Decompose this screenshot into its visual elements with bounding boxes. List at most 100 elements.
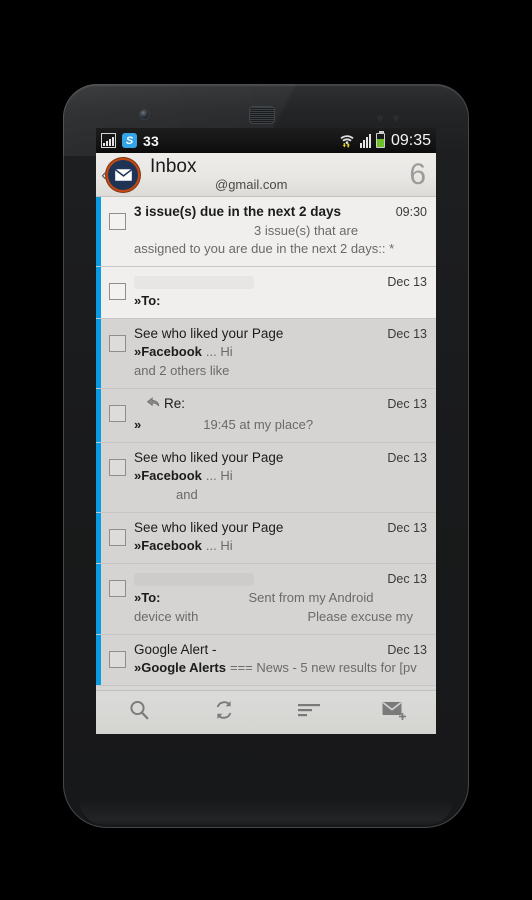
message-select-cell[interactable]	[101, 635, 134, 685]
redacted-subject-area	[134, 276, 254, 289]
message-subject-text: Re:	[164, 395, 186, 411]
redacted-subject-area	[134, 573, 254, 586]
phone-device-frame: S 33 09:35 ‹ Inbox @gmail.com 6 3 issue(…	[63, 84, 469, 828]
message-snippet-continuation: assigned to you are due in the next 2 da…	[134, 241, 395, 257]
message-body: Google Alert - Dec 13 »Google Alerts === Ne…	[134, 635, 436, 685]
chassis-bottom-sheen	[79, 799, 453, 825]
sort-icon	[297, 701, 321, 724]
refresh-icon	[213, 699, 235, 726]
message-select-cell[interactable]	[101, 267, 134, 317]
message-list[interactable]: 3 issue(s) due in the next 2 days 09:30 3 …	[96, 197, 436, 690]
message-date: 09:30	[395, 205, 427, 219]
message-checkbox[interactable]	[109, 213, 126, 230]
message-sender-line: »To: Sent from my Android	[134, 589, 427, 608]
status-bar-right-group: 09:35	[339, 131, 431, 150]
message-snippet-continuation: and 2 others like	[134, 363, 230, 379]
message-checkbox[interactable]	[109, 458, 126, 476]
message-row[interactable]: Dec 13 »To: Sent from my Android device wit…	[96, 564, 436, 635]
message-header-line: Re: Dec 13	[134, 394, 427, 416]
wifi-with-transfer-arrows-icon	[339, 133, 355, 148]
message-snippet: ... Hi	[205, 538, 233, 554]
message-row[interactable]: See who liked your Page Dec 13 »Facebook..…	[96, 318, 436, 389]
message-body: See who liked your Page Dec 13 »Facebook..…	[134, 443, 436, 512]
status-bar-left-group: S 33	[101, 133, 339, 149]
compose-button[interactable]	[351, 691, 436, 734]
message-sender: »Facebook	[134, 468, 202, 484]
status-notification-count: 33	[143, 132, 159, 149]
search-icon	[128, 699, 150, 726]
message-row[interactable]: 3 issue(s) due in the next 2 days 09:30 3 …	[96, 197, 436, 268]
message-row[interactable]: Google Alert - Dec 13 »Google Alerts === Ne…	[96, 634, 436, 686]
message-sender: »Google Alerts	[134, 660, 226, 676]
message-body: 3 issue(s) due in the next 2 days 09:30 3 …	[134, 197, 436, 266]
message-sender: »To:	[134, 292, 161, 308]
message-subject-text: See who liked your Page	[134, 519, 284, 535]
message-snippet: ... Hi	[205, 344, 233, 360]
message-header-line: See who liked your Page Dec 13	[134, 448, 427, 468]
message-snippet-line-2: device with Please excuse my	[134, 608, 427, 627]
message-body: See who liked your Page Dec 13 »Facebook..…	[134, 319, 436, 388]
message-checkbox[interactable]	[109, 528, 126, 546]
message-select-cell[interactable]	[101, 197, 134, 266]
sort-button[interactable]	[266, 691, 351, 734]
message-sender-line: »Facebook... Hi	[134, 537, 427, 556]
message-header-line: See who liked your Page Dec 13	[134, 324, 427, 344]
status-bar[interactable]: S 33 09:35	[96, 128, 436, 153]
message-select-cell[interactable]	[101, 319, 134, 388]
message-checkbox[interactable]	[109, 404, 126, 422]
message-snippet-line-2: and	[134, 486, 427, 505]
message-body: Re: Dec 13 » 19:45 at my place?	[134, 389, 436, 442]
refresh-button[interactable]	[181, 691, 266, 734]
front-camera-icon	[140, 110, 149, 119]
message-row[interactable]: See who liked your Page Dec 13 »Facebook..…	[96, 442, 436, 513]
status-clock: 09:35	[390, 131, 431, 149]
message-subject: See who liked your Page	[134, 448, 381, 468]
message-header-line: 3 issue(s) due in the next 2 days 09:30	[134, 202, 427, 222]
unread-count-badge: 6	[409, 157, 426, 191]
message-select-cell[interactable]	[101, 513, 134, 563]
message-checkbox[interactable]	[109, 580, 126, 598]
message-subject: 3 issue(s) due in the next 2 days	[134, 202, 390, 222]
message-header-line: Dec 13	[134, 569, 427, 589]
header-title-group: Inbox @gmail.com	[150, 153, 409, 197]
envelope-avatar-icon[interactable]	[108, 159, 138, 190]
search-button[interactable]	[96, 691, 181, 734]
message-subject-text: See who liked your Page	[134, 325, 284, 341]
message-select-cell[interactable]	[101, 443, 134, 512]
message-checkbox[interactable]	[109, 283, 126, 301]
message-subject: See who liked your Page	[134, 518, 381, 538]
message-sender-line: »Google Alerts === News - 5 new results f…	[134, 659, 427, 678]
message-select-cell[interactable]	[101, 389, 134, 442]
proximity-sensor-icon	[377, 115, 383, 121]
message-date: Dec 13	[387, 326, 427, 341]
speaker-grille-icon	[249, 106, 275, 124]
light-sensor-icon	[393, 115, 399, 121]
message-date: Dec 13	[387, 572, 427, 587]
message-sender-line: »To:	[134, 292, 427, 311]
message-date: Dec 13	[387, 642, 427, 657]
message-date: Dec 13	[387, 396, 427, 411]
message-snippet-continuation-right: Please excuse my	[307, 608, 414, 624]
message-row[interactable]: Re: Dec 13 » 19:45 at my place?	[96, 388, 436, 443]
message-row[interactable]: Dec 13 »To:	[96, 267, 436, 319]
app-header: ‹ Inbox @gmail.com 6	[96, 153, 436, 197]
message-date: Dec 13	[387, 450, 427, 465]
message-snippet-line-2: assigned to you are due in the next 2 da…	[134, 240, 427, 259]
message-row[interactable]: See who liked your Page Dec 13 »Facebook..…	[96, 512, 436, 565]
message-body: See who liked your Page Dec 13 »Facebook..…	[134, 513, 436, 563]
message-sender: »Facebook	[134, 344, 202, 360]
message-date: Dec 13	[387, 520, 427, 535]
message-sender-line: 3 issue(s) that are	[134, 222, 427, 241]
message-body: Dec 13 »To:	[134, 267, 436, 317]
message-checkbox[interactable]	[109, 334, 126, 352]
compose-icon	[381, 699, 407, 726]
message-select-cell[interactable]	[101, 564, 134, 633]
message-snippet: === News - 5 new results for [pv	[229, 660, 417, 676]
message-checkbox[interactable]	[109, 650, 126, 668]
message-header-line: Dec 13	[134, 272, 427, 292]
message-snippet-continuation: and	[176, 487, 198, 502]
message-subject	[134, 272, 381, 292]
message-sender: »To:	[134, 589, 161, 605]
message-sender: »Facebook	[134, 538, 202, 554]
phone-screen: S 33 09:35 ‹ Inbox @gmail.com 6 3 issue(…	[96, 128, 436, 734]
